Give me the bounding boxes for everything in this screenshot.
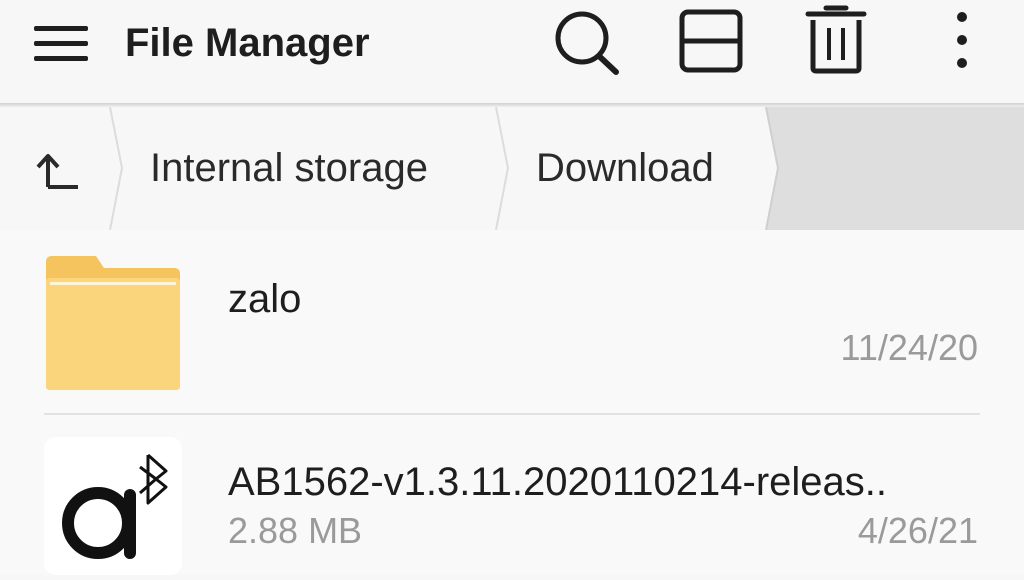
more-vert-icon[interactable] (922, 0, 1002, 90)
file-list: zalo 11/24/20 AB1562-v1.3.11.2020110214-… (0, 230, 1024, 575)
menu-icon[interactable] (30, 24, 90, 64)
file-name: zalo (228, 277, 302, 321)
list-item[interactable]: zalo 11/24/20 (0, 230, 1024, 415)
breadcrumb-item-internal-storage[interactable]: Internal storage (150, 143, 428, 193)
app-title: File Manager (125, 21, 370, 65)
view-toggle-icon[interactable] (670, 0, 750, 90)
bluetooth-app-icon (44, 437, 182, 575)
file-size: 2.88 MB (228, 510, 363, 551)
list-item[interactable]: AB1562-v1.3.11.2020110214-releas.. 2.88 … (0, 415, 1024, 575)
breadcrumb-item-download[interactable]: Download (536, 143, 714, 193)
folder-icon (46, 256, 180, 390)
app-bar: File Manager (0, 0, 1024, 103)
file-date: 4/26/21 (857, 510, 978, 551)
arrow-up-icon[interactable] (30, 147, 90, 197)
file-name: AB1562-v1.3.11.2020110214-releas.. (228, 460, 888, 504)
delete-icon[interactable] (796, 0, 876, 90)
file-date: 11/24/20 (840, 327, 978, 368)
breadcrumb: Internal storage Download (0, 107, 1024, 230)
search-icon[interactable] (548, 0, 628, 90)
